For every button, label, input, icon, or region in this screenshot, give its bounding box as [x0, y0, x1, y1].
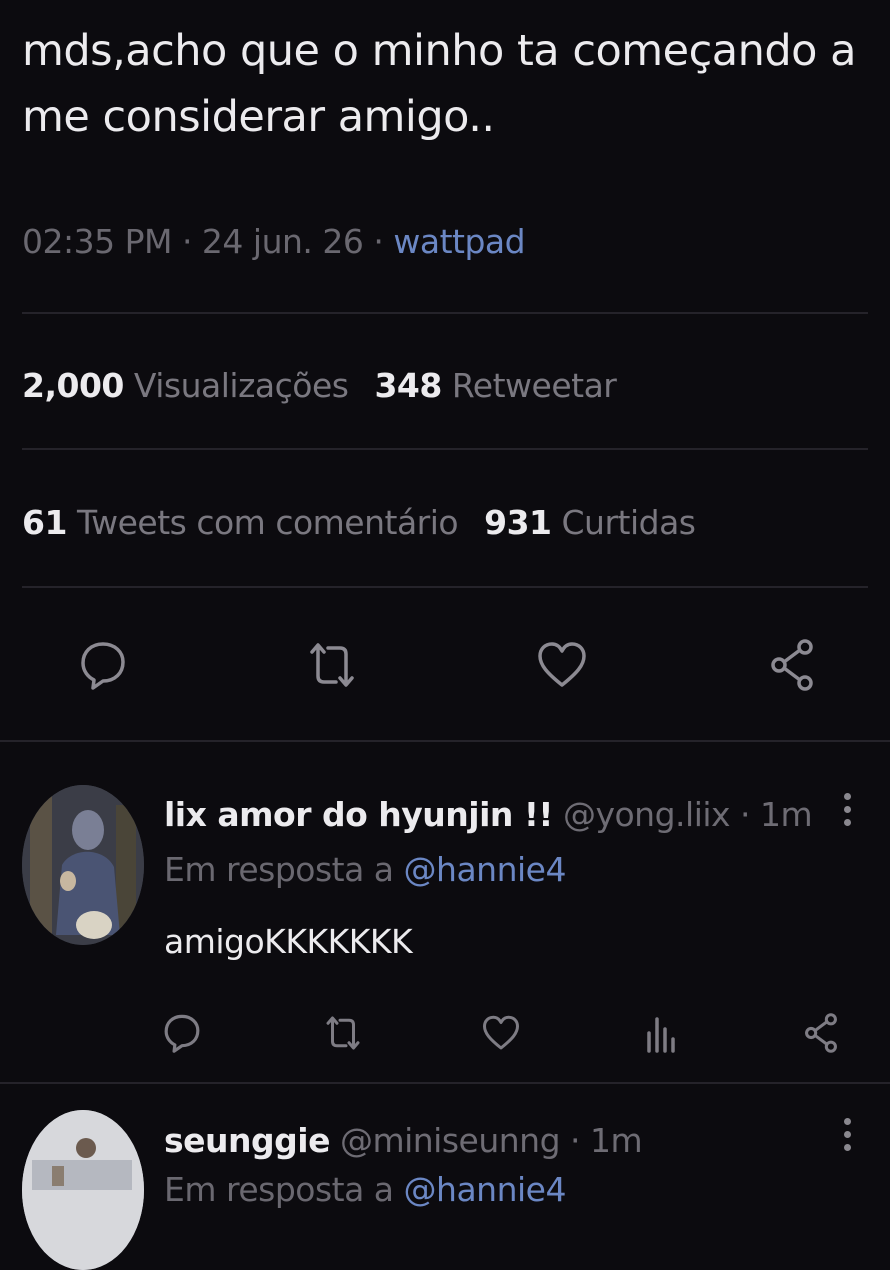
reply-context: Em resposta a @hannie4 — [164, 1170, 566, 1209]
retweets-count: 348 — [374, 366, 442, 405]
retweets-stat[interactable]: 348 Retweetar — [374, 366, 616, 405]
more-options-icon[interactable] — [844, 793, 854, 832]
avatar[interactable] — [22, 785, 144, 945]
reply-author[interactable]: lix amor do hyunjin !! @yong.liix · 1m — [164, 795, 813, 834]
tweet-text: mds,acho que o minho ta começando a me c… — [22, 26, 856, 142]
retweets-label: Retweetar — [451, 366, 617, 405]
divider — [22, 448, 868, 450]
reply-share-button[interactable] — [796, 1008, 846, 1058]
divider — [0, 740, 890, 742]
views-count: 2,000 — [22, 366, 124, 405]
retweet-icon — [310, 643, 354, 687]
reply-comment-button[interactable] — [157, 1008, 207, 1058]
views-stat[interactable]: 2,000 Visualizações — [22, 366, 349, 405]
heart-icon — [483, 1015, 519, 1050]
reply-display-name: seunggie — [164, 1121, 330, 1160]
comment-icon — [81, 642, 125, 690]
views-label: Visualizações — [133, 366, 349, 405]
stats-row-1: 2,000 Visualizações 348 Retweetar — [22, 366, 617, 405]
likes-stat[interactable]: 931 Curtidas — [484, 503, 697, 542]
divider — [22, 312, 868, 314]
reply-text: amigoKKKKKKK — [164, 922, 413, 961]
quotes-stat[interactable]: 61 Tweets com comentário — [22, 503, 459, 542]
stats-row-2: 61 Tweets com comentário 931 Curtidas — [22, 503, 696, 542]
reply-retweet-button[interactable] — [318, 1008, 368, 1058]
like-button[interactable] — [532, 630, 592, 700]
divider — [22, 586, 868, 588]
avatar-photo — [22, 1110, 144, 1270]
share-icon — [771, 639, 813, 691]
reply-mention-link[interactable]: @hannie4 — [404, 1170, 567, 1209]
reply-mention-link[interactable]: @hannie4 — [404, 850, 567, 889]
comment-icon — [164, 1014, 200, 1053]
quotes-label: Tweets com comentário — [76, 503, 459, 542]
avatar[interactable] — [22, 1110, 144, 1270]
avatar-photo — [22, 785, 144, 945]
reply-context-label: Em resposta a — [164, 1170, 404, 1209]
retweet-button[interactable] — [302, 630, 362, 700]
tweet-action-bar — [0, 630, 890, 700]
reply-author[interactable]: seunggie @miniseunng · 1m — [164, 1121, 643, 1160]
reply-context-label: Em resposta a — [164, 850, 404, 889]
comment-button[interactable] — [73, 630, 133, 700]
reply-handle-time: @yong.liix · 1m — [552, 795, 813, 834]
tweet-meta: 02:35 PM · 24 jun. 26 · wattpad — [22, 222, 526, 261]
retweet-icon — [326, 1016, 360, 1050]
reply-context: Em resposta a @hannie4 — [164, 850, 566, 889]
share-button[interactable] — [762, 630, 822, 700]
reply-handle-time: @miniseunng · 1m — [329, 1121, 643, 1160]
analytics-icon — [647, 1017, 675, 1053]
more-options-icon[interactable] — [844, 1118, 854, 1157]
reply-action-bar — [0, 1008, 890, 1058]
likes-label: Curtidas — [561, 503, 697, 542]
share-icon — [805, 1013, 837, 1053]
reply-analytics-button[interactable] — [636, 1008, 686, 1058]
divider — [0, 1082, 890, 1084]
likes-count: 931 — [484, 503, 552, 542]
tweet-timestamp: 02:35 PM · 24 jun. 26 · — [22, 222, 394, 261]
reply-like-button[interactable] — [476, 1008, 526, 1058]
quotes-count: 61 — [22, 503, 67, 542]
reply-display-name: lix amor do hyunjin !! — [164, 795, 553, 834]
heart-icon — [538, 642, 586, 687]
tweet-source-link[interactable]: wattpad — [393, 222, 525, 261]
